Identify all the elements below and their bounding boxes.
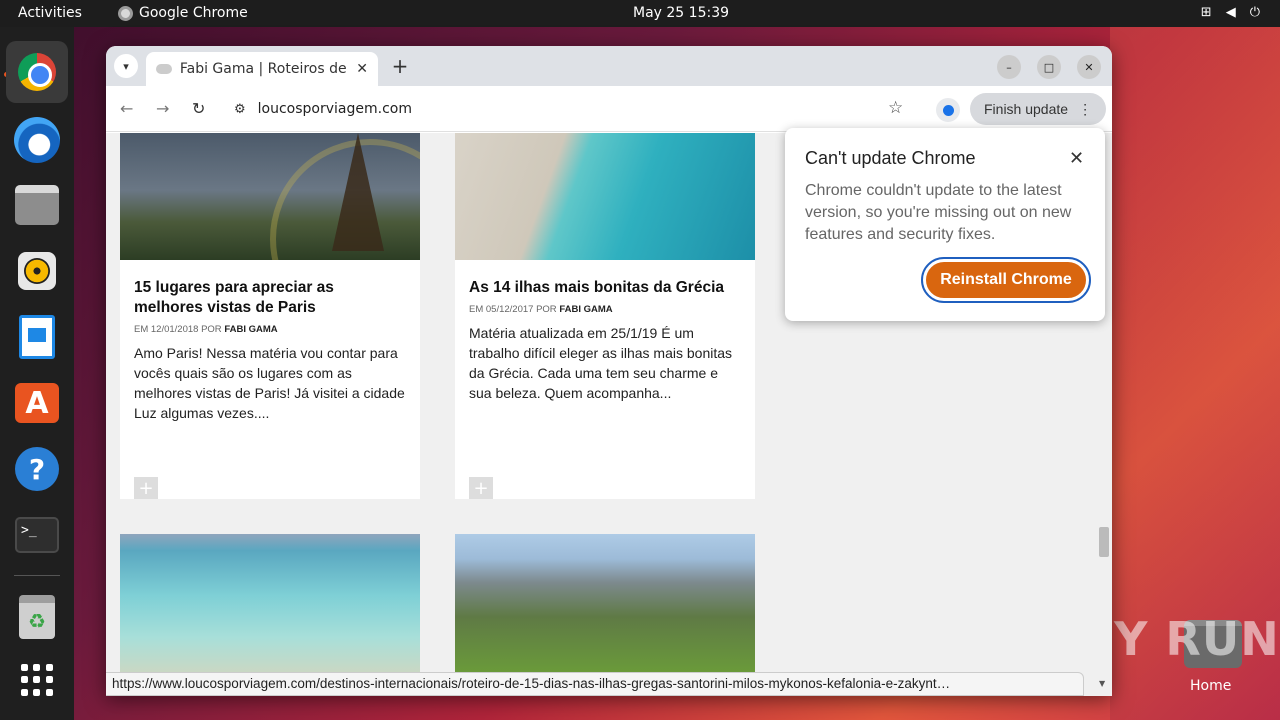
article-meta: EM 12/01/2018 POR FABI GAMA bbox=[134, 324, 406, 335]
article-date: EM 05/12/2017 POR bbox=[469, 304, 557, 315]
article-image-mountains[interactable] bbox=[455, 534, 755, 672]
scroll-down-arrow-icon[interactable]: ▼ bbox=[1099, 679, 1105, 688]
tab-active[interactable]: Fabi Gama | Roteiros de V ✕ bbox=[146, 52, 378, 86]
tab-search-button[interactable]: ▾ bbox=[114, 54, 138, 78]
address-bar[interactable]: ⚙ loucosporviagem.com bbox=[224, 93, 922, 125]
cloud-icon bbox=[156, 64, 172, 74]
finish-update-label: Finish update bbox=[984, 101, 1069, 117]
dock-trash[interactable]: ♻ bbox=[12, 592, 62, 642]
dock-separator bbox=[14, 575, 60, 576]
article-card[interactable] bbox=[455, 534, 755, 674]
article-card[interactable] bbox=[120, 534, 420, 674]
chrome-icon bbox=[118, 5, 133, 21]
reload-button[interactable]: ↻ bbox=[192, 99, 205, 118]
profile-button[interactable] bbox=[936, 98, 960, 122]
dock-rhythmbox[interactable] bbox=[12, 246, 62, 296]
app-name: Google Chrome bbox=[139, 5, 248, 21]
expand-button[interactable]: + bbox=[134, 477, 158, 499]
article-image-paris[interactable] bbox=[120, 133, 420, 260]
thunderbird-icon bbox=[14, 117, 60, 163]
dialog-close-icon[interactable]: ✕ bbox=[1069, 148, 1084, 169]
clock[interactable]: May 25 15:39 bbox=[633, 5, 729, 21]
chrome-icon bbox=[18, 53, 56, 91]
article-date: EM 12/01/2018 POR bbox=[134, 324, 222, 335]
help-icon: ? bbox=[15, 447, 59, 491]
update-error-dialog: Can't update Chrome ✕ Chrome couldn't up… bbox=[785, 128, 1105, 321]
article-author[interactable]: FABI GAMA bbox=[224, 324, 277, 335]
dock: A ? >_ ♻ bbox=[0, 27, 74, 720]
person-icon bbox=[942, 104, 954, 116]
dock-thunderbird[interactable] bbox=[12, 115, 62, 165]
new-tab-button[interactable]: + bbox=[388, 54, 412, 78]
app-grid-icon bbox=[21, 664, 53, 696]
article-excerpt: Amo Paris! Nessa matéria vou contar para… bbox=[134, 345, 405, 421]
tab-strip: ▾ Fabi Gama | Roteiros de V ✕ + – □ ✕ bbox=[106, 46, 1112, 86]
dock-app-center[interactable]: A bbox=[12, 378, 62, 428]
site-info-icon[interactable]: ⚙ bbox=[234, 102, 246, 117]
article-card[interactable]: 15 lugares para apreciar as melhores vis… bbox=[120, 133, 420, 499]
article-card[interactable]: As 14 ilhas mais bonitas da Grécia EM 05… bbox=[455, 133, 755, 499]
volume-icon: ◀ bbox=[1225, 5, 1236, 20]
minimize-button[interactable]: – bbox=[997, 55, 1021, 79]
toolbar: ← → ↻ ⚙ loucosporviagem.com ☆ Finish upd… bbox=[106, 86, 1112, 132]
reinstall-chrome-button[interactable]: Reinstall Chrome bbox=[921, 257, 1091, 303]
url-text: loucosporviagem.com bbox=[257, 101, 412, 117]
dock-writer[interactable] bbox=[12, 312, 62, 362]
tab-title: Fabi Gama | Roteiros de V bbox=[179, 61, 349, 77]
dock-terminal[interactable]: >_ bbox=[12, 510, 62, 560]
system-tray[interactable]: ⊞ ◀ ⏻ bbox=[1201, 5, 1260, 20]
article-author[interactable]: FABI GAMA bbox=[559, 304, 612, 315]
power-icon: ⏻ bbox=[1249, 5, 1260, 20]
maximize-button[interactable]: □ bbox=[1037, 55, 1061, 79]
show-apps-button[interactable] bbox=[12, 655, 62, 705]
bookmark-star-icon[interactable]: ☆ bbox=[888, 98, 903, 118]
back-button[interactable]: ← bbox=[120, 99, 133, 118]
top-bar: Activities Google Chrome May 25 15:39 ⊞ … bbox=[0, 0, 1280, 27]
forward-button[interactable]: → bbox=[156, 99, 169, 118]
rhythmbox-icon bbox=[18, 252, 56, 290]
writer-icon bbox=[19, 315, 55, 359]
article-excerpt: Matéria atualizada em 25/1/19 É um traba… bbox=[469, 325, 733, 401]
trash-icon: ♻ bbox=[19, 595, 55, 639]
eiffel-tower-shape bbox=[332, 133, 384, 251]
close-window-button[interactable]: ✕ bbox=[1077, 55, 1101, 79]
app-center-icon: A bbox=[15, 383, 59, 423]
finish-update-button[interactable]: Finish update ⋮ bbox=[970, 93, 1106, 125]
home-label: Home bbox=[1190, 678, 1232, 694]
kebab-menu-icon: ⋮ bbox=[1078, 100, 1093, 117]
article-image-beach[interactable] bbox=[120, 534, 420, 672]
article-image-greece[interactable] bbox=[455, 133, 755, 260]
scrollbar-thumb[interactable] bbox=[1099, 527, 1109, 557]
link-status-bar: https://www.loucosporviagem.com/destinos… bbox=[106, 672, 1084, 696]
dialog-message: Chrome couldn't update to the latest ver… bbox=[805, 182, 1072, 243]
app-menu[interactable]: Google Chrome bbox=[118, 5, 248, 21]
activities-button[interactable]: Activities bbox=[18, 5, 82, 21]
tab-close-icon[interactable]: ✕ bbox=[356, 61, 368, 77]
terminal-icon: >_ bbox=[15, 517, 59, 553]
article-title[interactable]: 15 lugares para apreciar as melhores vis… bbox=[134, 278, 406, 318]
article-title[interactable]: As 14 ilhas mais bonitas da Grécia bbox=[469, 278, 741, 298]
dock-chrome[interactable] bbox=[6, 41, 68, 103]
article-meta: EM 05/12/2017 POR FABI GAMA bbox=[469, 304, 741, 315]
expand-button[interactable]: + bbox=[469, 477, 493, 499]
dock-help[interactable]: ? bbox=[12, 444, 62, 494]
files-icon bbox=[15, 185, 59, 225]
dock-files[interactable] bbox=[12, 180, 62, 230]
network-icon: ⊞ bbox=[1200, 5, 1212, 20]
dialog-title: Can't update Chrome bbox=[805, 148, 976, 168]
